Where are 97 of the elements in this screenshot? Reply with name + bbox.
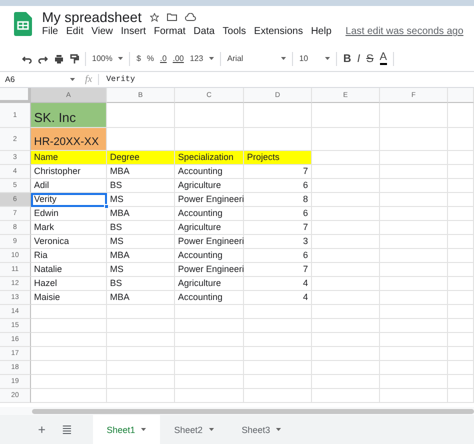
table-cell[interactable]: 7 [244, 221, 312, 235]
increase-decimals-button[interactable]: .00 [172, 54, 184, 63]
table-cell[interactable]: Name [31, 151, 107, 165]
paint-format-icon[interactable] [70, 54, 79, 64]
print-icon[interactable] [54, 54, 64, 64]
table-cell[interactable]: Power Engineeri [175, 263, 244, 277]
table-cell[interactable]: 7 [244, 165, 312, 179]
table-cell[interactable]: Adil [31, 179, 107, 193]
caret-icon [276, 428, 282, 431]
font-dropdown[interactable]: Arial [227, 54, 276, 63]
table-cell[interactable]: SK. Inc [31, 103, 107, 128]
all-sheets-button[interactable]: ≣ [54, 415, 81, 444]
table-cell[interactable]: MS [107, 193, 175, 207]
table-cell[interactable]: Degree [107, 151, 175, 165]
menu-item[interactable]: Format [154, 26, 186, 37]
font-size-dropdown[interactable]: 10 [299, 54, 320, 63]
select-all-corner[interactable] [0, 88, 31, 103]
italic-button[interactable]: I [357, 52, 360, 64]
table-cell[interactable]: MS [107, 235, 175, 249]
menu-item[interactable]: View [91, 26, 113, 37]
folder-icon[interactable] [166, 13, 177, 21]
formula-field[interactable]: Verity [99, 75, 136, 84]
table-cell[interactable]: MBA [107, 249, 175, 263]
decrease-decimals-button[interactable]: .0 [160, 54, 167, 63]
caret-icon [281, 57, 286, 60]
function-label: fx [75, 74, 100, 85]
last-edit-link[interactable]: Last edit was seconds ago [346, 26, 464, 37]
caret-icon [209, 57, 214, 60]
table-cell[interactable]: 6 [244, 249, 312, 263]
zoom-dropdown[interactable]: 100% [92, 54, 112, 63]
sheets-logo-icon[interactable] [14, 12, 32, 36]
horizontal-scrollbar[interactable] [32, 408, 474, 414]
menu-item[interactable]: Insert [120, 26, 146, 37]
table-cell[interactable]: Power Engineeri [175, 235, 244, 249]
table-cell[interactable]: BS [107, 221, 175, 235]
document-title[interactable]: My spreadsheet [42, 9, 142, 25]
table-cell[interactable]: BS [107, 179, 175, 193]
fill-handle[interactable] [104, 204, 109, 209]
table-cell[interactable]: Veronica [31, 235, 107, 249]
menu-item[interactable]: Extensions [254, 26, 303, 37]
table-cell[interactable]: Christopher [31, 165, 107, 179]
sheet-tab[interactable]: Sheet2 [160, 415, 228, 444]
table-cell[interactable]: 4 [244, 291, 312, 305]
table-cell[interactable]: Power Engineeri [175, 193, 244, 207]
menu-item[interactable]: File [42, 26, 58, 37]
percent-format-button[interactable]: % [146, 54, 154, 63]
menu-item[interactable]: Tools [222, 26, 246, 37]
caret-icon [325, 57, 330, 60]
text-color-button[interactable]: A [380, 52, 387, 65]
add-sheet-button[interactable]: + [30, 415, 54, 444]
menu-item[interactable]: Data [194, 26, 215, 37]
column-header[interactable] [448, 88, 474, 103]
star-icon[interactable] [150, 12, 159, 22]
sheet-tab[interactable]: Sheet3 [228, 415, 296, 444]
undo-icon[interactable] [22, 54, 32, 64]
table-cell[interactable]: MBA [107, 165, 175, 179]
table-cell[interactable]: Verity [31, 193, 107, 207]
redo-icon[interactable] [38, 54, 48, 64]
table-cell[interactable]: Agriculture [175, 277, 244, 291]
currency-format-button[interactable]: $ [136, 54, 141, 63]
table-cell[interactable]: 7 [244, 263, 312, 277]
caret-icon [208, 428, 214, 431]
name-box[interactable]: A6 [0, 75, 70, 84]
table-cell[interactable]: Agriculture [175, 179, 244, 193]
caret-icon [118, 57, 124, 60]
table-cell[interactable]: Accounting [175, 165, 244, 179]
table-cell[interactable]: 4 [244, 277, 312, 291]
caret-icon [141, 428, 146, 431]
table-cell[interactable]: Projects [244, 151, 312, 165]
table-cell[interactable]: HR-20XX-XX [31, 128, 107, 151]
table-cell[interactable]: Maisie [31, 291, 107, 305]
table-cell[interactable]: Natalie [31, 263, 107, 277]
menu-item[interactable]: Edit [66, 26, 84, 37]
table-cell[interactable]: 3 [244, 235, 312, 249]
table-cell[interactable]: MS [107, 263, 175, 277]
cloud-icon[interactable] [184, 13, 196, 21]
table-cell[interactable]: 6 [244, 207, 312, 221]
table-cell[interactable]: MBA [107, 291, 175, 305]
table-cell[interactable]: Hazel [31, 277, 107, 291]
caret-icon [70, 78, 75, 81]
table-cell[interactable]: Accounting [175, 291, 244, 305]
sheet-tab[interactable]: Sheet1 [92, 415, 160, 444]
menu-item[interactable]: Help [310, 26, 332, 37]
table-cell[interactable]: Agriculture [175, 221, 244, 235]
table-cell[interactable]: Edwin [31, 207, 107, 221]
bold-button[interactable]: B [343, 52, 352, 64]
table-cell[interactable]: BS [107, 277, 175, 291]
table-cell[interactable]: 6 [244, 179, 312, 193]
more-formats-dropdown[interactable]: 123 [190, 54, 204, 63]
table-cell[interactable]: Ria [31, 249, 107, 263]
table-cell[interactable]: Mark [31, 221, 107, 235]
table-cell[interactable]: Accounting [175, 207, 244, 221]
table-cell[interactable]: 8 [244, 193, 312, 207]
strikethrough-button[interactable]: S [366, 52, 374, 64]
table-cell[interactable]: MBA [107, 207, 175, 221]
table-cell[interactable]: Specialization [175, 151, 244, 165]
table-cell[interactable]: Accounting [175, 249, 244, 263]
